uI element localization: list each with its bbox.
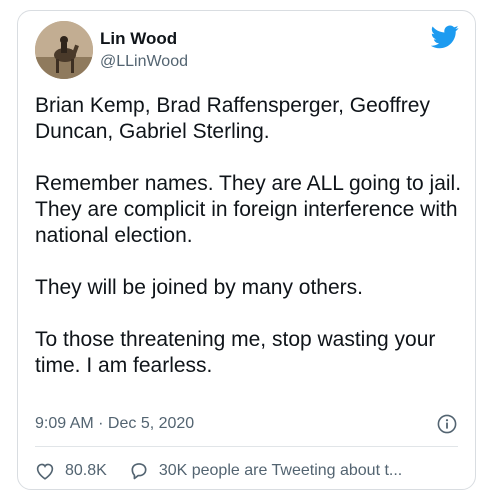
twitter-bird-icon[interactable] xyxy=(430,25,459,49)
tweet-paragraph: They will be joined by many others. xyxy=(35,276,363,299)
info-icon[interactable] xyxy=(437,414,457,434)
tweet-paragraph: To those threatening me, stop wasting yo… xyxy=(35,328,436,377)
tweet-card[interactable]: Lin Wood @LLinWood Brian Kemp, Brad Raff… xyxy=(17,10,476,490)
heart-icon xyxy=(36,463,54,480)
tweet-paragraph: Brian Kemp, Brad Raffensperger, Geoffrey… xyxy=(35,94,430,143)
divider xyxy=(35,446,458,447)
tweet-paragraph: Remember names. They are ALL going to ja… xyxy=(35,172,462,247)
conversation-label: 30K people are Tweeting about t... xyxy=(158,462,403,479)
like-count: 80.8K xyxy=(65,462,107,479)
tweet-timestamp[interactable]: 9:09 AM · Dec 5, 2020 xyxy=(35,415,194,433)
speech-bubble-icon xyxy=(131,463,147,480)
author-handle[interactable]: @LLinWood xyxy=(100,53,188,71)
author-name[interactable]: Lin Wood xyxy=(100,29,177,49)
like-button[interactable]: 80.8K xyxy=(35,462,107,480)
author-avatar[interactable] xyxy=(35,21,93,79)
tweet-actions: 80.8K 30K people are Tweeting about t... xyxy=(35,460,402,482)
tweet-text: Brian Kemp, Brad Raffensperger, Geoffrey… xyxy=(35,93,465,379)
conversation-link[interactable]: 30K people are Tweeting about t... xyxy=(129,461,402,481)
